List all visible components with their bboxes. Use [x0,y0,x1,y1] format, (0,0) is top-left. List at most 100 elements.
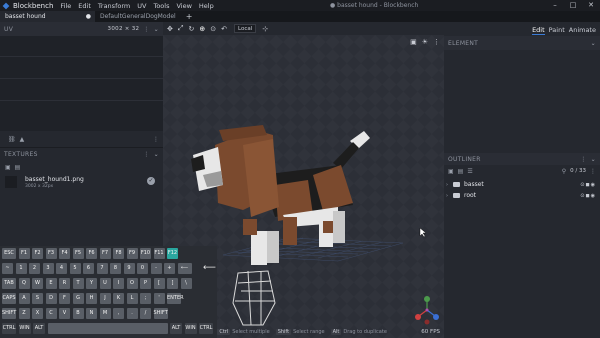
key-alt[interactable]: ALT [170,323,182,334]
resize-tool-icon[interactable]: ⤢ [178,24,184,33]
key-symbol[interactable]: . [126,308,138,319]
transform-space-select[interactable]: Local [233,24,257,33]
chevron-right-icon[interactable]: › [446,193,452,199]
link-icon[interactable]: ⛓ [8,136,16,143]
key-k[interactable]: K [113,293,124,304]
key-ctrl[interactable]: CTRL [2,323,16,334]
key-0[interactable]: 0 [137,263,148,274]
key-symbol[interactable]: ' [153,293,165,304]
add-cube-icon[interactable]: ▣ [448,168,454,175]
menu-view[interactable]: View [176,2,191,10]
key-5[interactable]: 5 [69,263,81,274]
key-symbol[interactable]: , [113,308,124,319]
tab-default-general-dog-model[interactable]: DefaultGeneralDogModel [95,11,181,22]
key-f2[interactable]: F2 [32,248,43,259]
key-esc[interactable]: ESC [2,248,16,259]
key-symbol[interactable]: + [164,263,175,274]
key-f[interactable]: F [59,293,70,304]
keyboard-collapse-arrow-icon[interactable]: ⟵ [203,263,216,273]
mode-tab-paint[interactable]: Paint [549,26,565,35]
key-p[interactable]: P [140,278,151,289]
key-u[interactable]: U [99,278,111,289]
key-r[interactable]: R [59,278,70,289]
key-q[interactable]: Q [18,278,30,289]
key-a[interactable]: A [18,293,30,304]
vertex-snap-icon[interactable]: ⊙ [210,25,216,33]
key-o[interactable]: O [126,278,138,289]
key-z[interactable]: Z [18,308,30,319]
key-x[interactable]: X [32,308,43,319]
key-symbol[interactable]: ] [167,278,178,289]
key-6[interactable]: 6 [83,263,94,274]
chevron-down-icon[interactable]: ⌄ [591,156,596,163]
key-ctrl[interactable]: CTRL [199,323,213,334]
key-f3[interactable]: F3 [45,248,57,259]
undo-rotation-icon[interactable]: ↶ [221,25,227,33]
more-options-icon[interactable]: ⋮ [153,136,159,143]
key-4[interactable]: 4 [56,263,67,274]
chevron-down-icon[interactable]: ⌄ [154,26,159,33]
more-options-icon[interactable]: ⋮ [580,156,586,163]
anchor-icon[interactable]: ⊹ [262,25,268,33]
visibility-toggle-icons[interactable]: ⊙◼◉ [580,193,596,199]
key-f5[interactable]: F5 [72,248,84,259]
key-h[interactable]: H [86,293,97,304]
key-t[interactable]: T [72,278,84,289]
key-win[interactable]: WIN [184,323,197,334]
key-win[interactable]: WIN [18,323,31,334]
key-f11[interactable]: F11 [153,248,165,259]
key-enter[interactable]: ENTER [167,293,184,304]
key-alt[interactable]: ALT [33,323,45,334]
key-9[interactable]: 9 [123,263,135,274]
maximize-button[interactable]: □ [568,1,578,10]
sort-icon[interactable]: ☰ [467,168,472,175]
key-f10[interactable]: F10 [140,248,151,259]
menu-help[interactable]: Help [199,2,214,10]
key-tab[interactable]: TAB [2,278,16,289]
key-7[interactable]: 7 [96,263,108,274]
key-i[interactable]: I [113,278,124,289]
paint-icon[interactable]: ▲ [20,136,25,143]
key-8[interactable]: 8 [110,263,121,274]
outliner-item-basset[interactable]: › basset ⊙◼◉ [444,179,600,190]
mode-tab-edit[interactable]: Edit [532,26,545,35]
key-l[interactable]: L [126,293,138,304]
menu-edit[interactable]: Edit [78,2,91,10]
more-options-icon[interactable]: ⋮ [143,151,149,158]
key-w[interactable]: W [32,278,43,289]
key-symbol[interactable]: - [150,263,162,274]
key-f7[interactable]: F7 [99,248,111,259]
key-symbol[interactable]: / [140,308,151,319]
key-s[interactable]: S [32,293,43,304]
key-f9[interactable]: F9 [126,248,138,259]
key-n[interactable]: N [86,308,97,319]
rotate-tool-icon[interactable]: ↻ [188,25,194,33]
key-f6[interactable]: F6 [86,248,97,259]
pivot-tool-icon[interactable]: ⊕ [199,25,205,33]
uv-editor-area[interactable] [0,36,163,131]
key-g[interactable]: G [72,293,84,304]
key-2[interactable]: 2 [29,263,40,274]
key-shift[interactable]: SHIFT [153,308,168,319]
chevron-down-icon[interactable]: ⌄ [591,40,596,47]
key-caps[interactable]: CAPS [2,293,16,304]
menu-uv[interactable]: UV [137,2,146,10]
menu-transform[interactable]: Transform [98,2,130,10]
chevron-down-icon[interactable]: ⌄ [154,151,159,158]
key-v[interactable]: V [59,308,70,319]
move-tool-icon[interactable]: ✥ [167,25,173,33]
key-j[interactable]: J [99,293,111,304]
mode-tab-animate[interactable]: Animate [569,26,596,35]
menu-tools[interactable]: Tools [153,2,169,10]
key-3[interactable]: 3 [42,263,54,274]
new-tab-button[interactable]: + [181,11,198,22]
key-symbol[interactable]: ; [140,293,151,304]
search-icon[interactable]: ⚲ [562,168,566,175]
outliner-item-root[interactable]: › root ⊙◼◉ [444,190,600,201]
key-f1[interactable]: F1 [18,248,30,259]
chevron-right-icon[interactable]: › [446,182,452,188]
minimize-button[interactable]: – [550,1,560,10]
texture-list-item[interactable]: basset_hound1.png 3002 x 32px ✓ [0,173,163,191]
new-texture-icon[interactable]: ▤ [15,164,21,171]
tab-basset-hound[interactable]: basset hound ● [0,11,95,22]
